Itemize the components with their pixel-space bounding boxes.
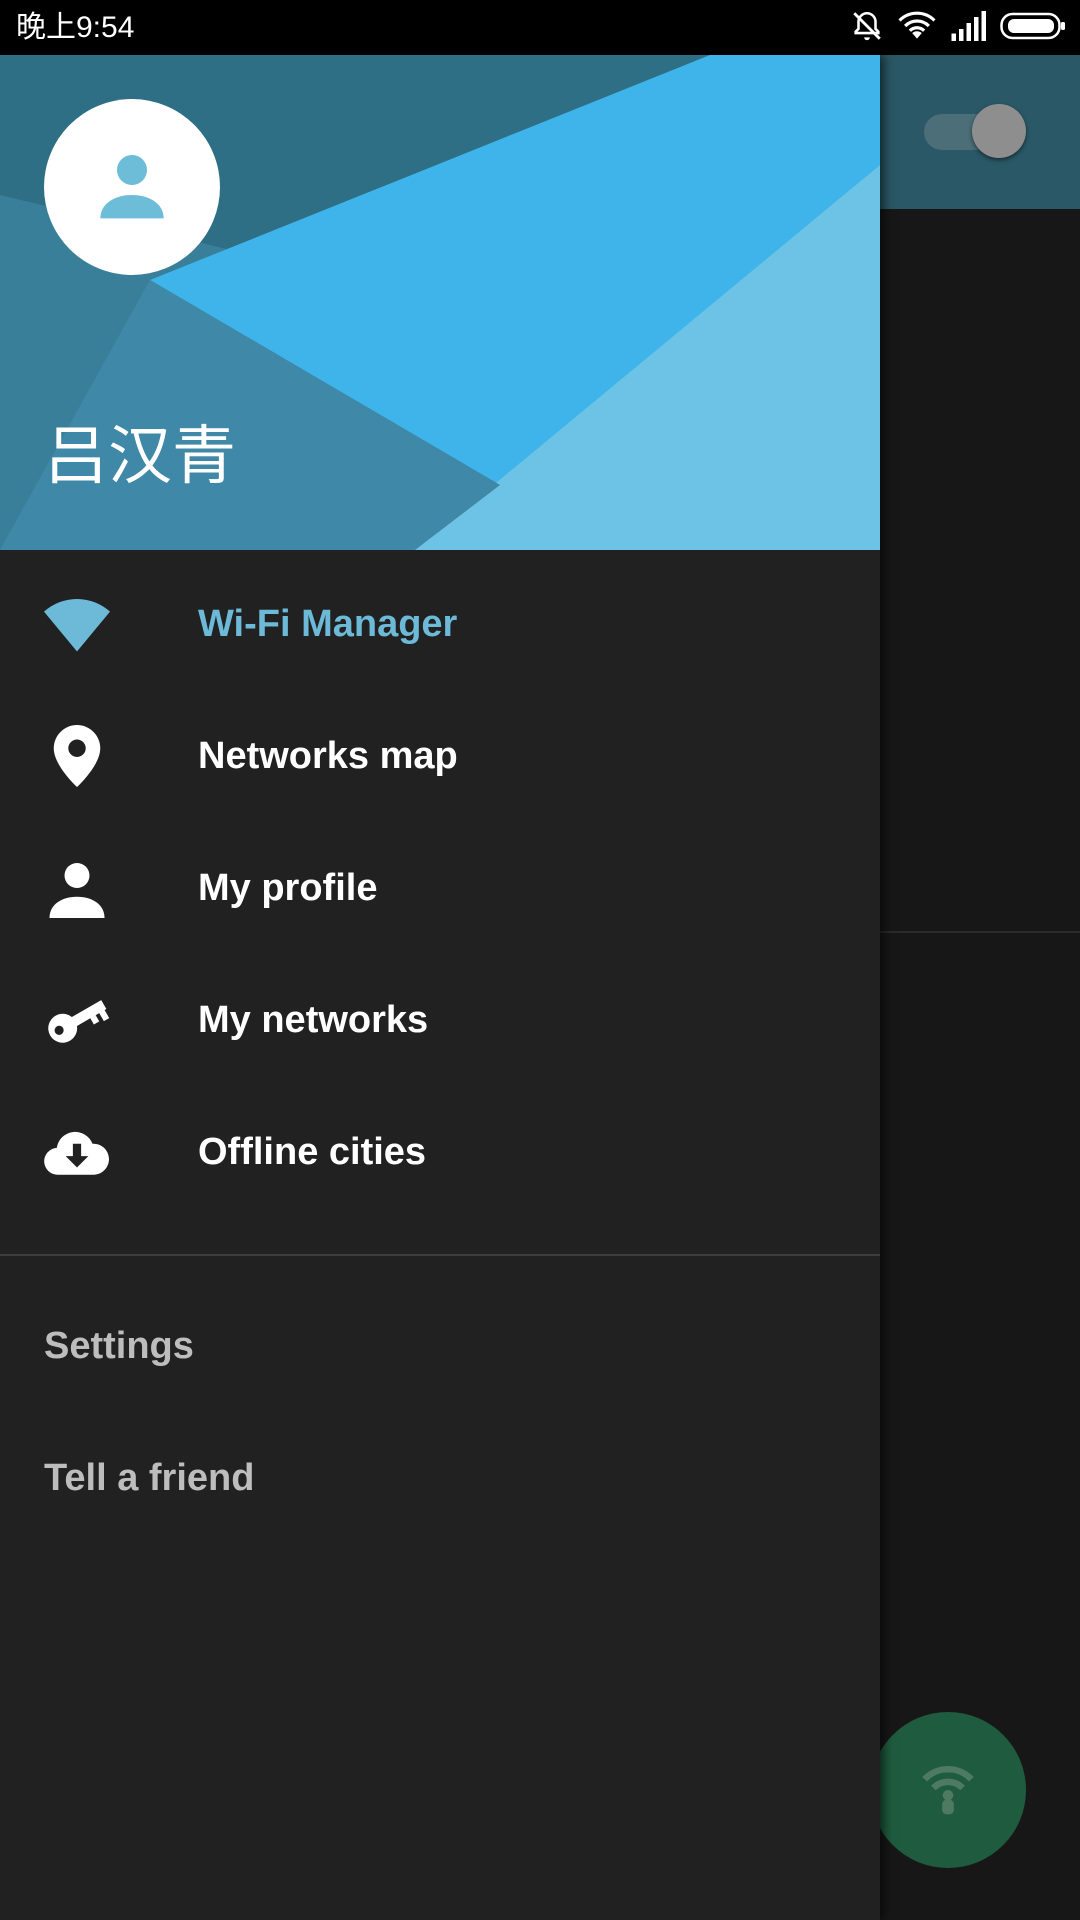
- menu-item-networks-map[interactable]: Networks map: [0, 690, 880, 822]
- menu-item-label: Wi-Fi Manager: [198, 602, 458, 645]
- key-icon: [44, 987, 110, 1053]
- menu-item-wifi-manager[interactable]: Wi-Fi Manager: [0, 558, 880, 690]
- wifi-icon: [44, 591, 110, 657]
- wifi-lock-icon: [913, 1753, 983, 1828]
- user-name: 吕汉青: [44, 420, 236, 494]
- battery-icon: [1000, 12, 1066, 45]
- drawer-menu: Wi-Fi Manager Networks map My profile My…: [0, 550, 880, 1218]
- menu-item-offline-cities[interactable]: Offline cities: [0, 1086, 880, 1218]
- menu-item-label: Settings: [44, 1324, 194, 1367]
- menu-item-label: My profile: [198, 866, 378, 909]
- location-pin-icon: [44, 723, 110, 789]
- background-divider: [880, 931, 1080, 933]
- status-icons: [850, 8, 1066, 48]
- menu-item-label: Networks map: [198, 734, 458, 777]
- drawer-header: 吕汉青: [0, 55, 880, 550]
- status-time: 晚上9:54: [16, 11, 135, 44]
- menu-item-my-profile[interactable]: My profile: [0, 822, 880, 954]
- drawer-divider: [0, 1254, 880, 1256]
- avatar[interactable]: [44, 99, 220, 275]
- menu-item-label: My networks: [198, 998, 429, 1041]
- menu-item-my-networks[interactable]: My networks: [0, 954, 880, 1086]
- menu-item-label: Tell a friend: [44, 1456, 255, 1499]
- signal-icon: [950, 10, 986, 46]
- mute-icon: [850, 9, 884, 48]
- menu-item-settings[interactable]: Settings: [0, 1280, 880, 1412]
- person-icon: [44, 855, 110, 921]
- wifi-toggle-thumb[interactable]: [972, 104, 1026, 158]
- status-bar: 晚上9:54: [0, 0, 1080, 55]
- menu-item-tell-a-friend[interactable]: Tell a friend: [0, 1412, 880, 1544]
- wifi-icon: [898, 10, 936, 47]
- menu-item-label: Offline cities: [198, 1130, 427, 1173]
- connect-fab[interactable]: [870, 1712, 1026, 1868]
- cloud-download-icon: [44, 1119, 110, 1185]
- person-icon: [92, 145, 172, 230]
- navigation-drawer: 吕汉青 Wi-Fi Manager Networks map My profil…: [0, 55, 880, 1920]
